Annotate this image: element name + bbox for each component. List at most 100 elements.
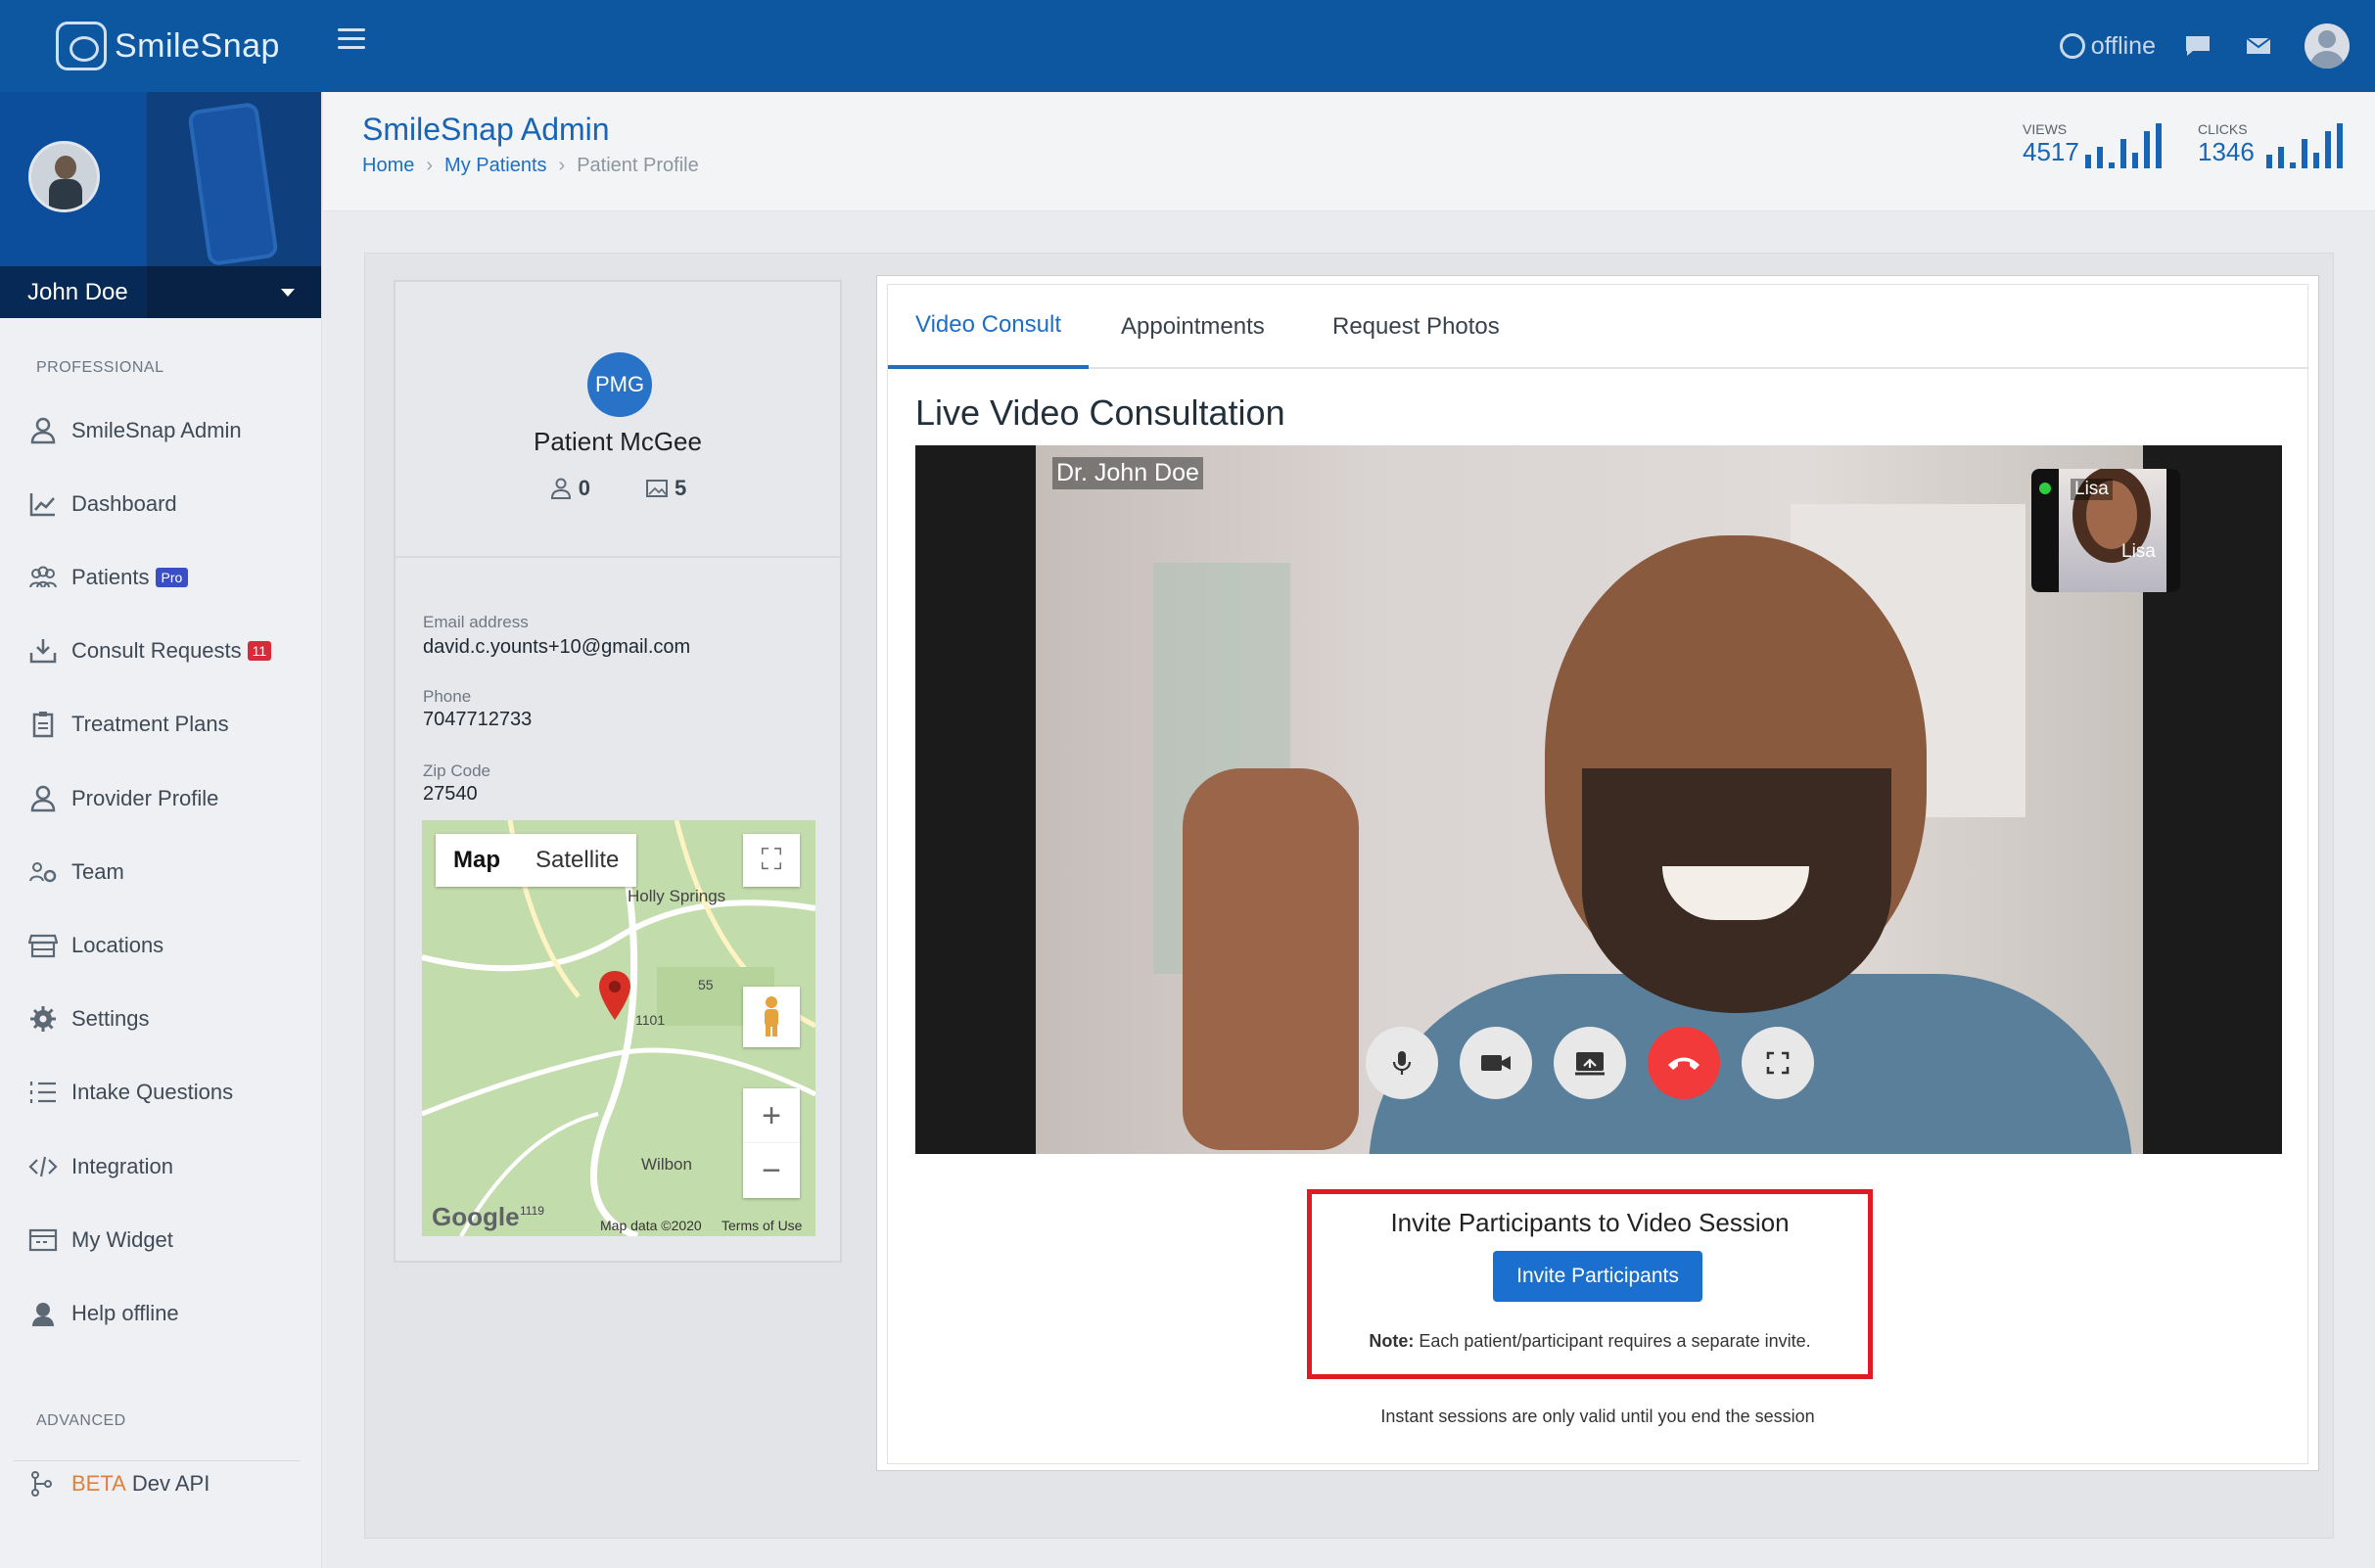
sidebar-item-treatment-plans[interactable]: Treatment Plans [28, 705, 229, 744]
sidebar-item-dev-api[interactable]: BETA Dev API [28, 1464, 210, 1503]
video-consult-inner: Video Consult Appointments Request Photo… [887, 284, 2308, 1464]
user-photo [28, 141, 100, 212]
sidebar-item-integration[interactable]: Integration [28, 1147, 173, 1186]
screen-share-icon [1575, 1052, 1605, 1076]
call-controls [1366, 1027, 1814, 1099]
sidebar-item-smilesnap-admin[interactable]: SmileSnap Admin [28, 411, 242, 450]
fullscreen-icon [1766, 1051, 1790, 1075]
map-fullscreen-icon[interactable]: ⛶ [743, 834, 800, 887]
person-outline-icon [550, 478, 571, 499]
end-call-button[interactable] [1648, 1027, 1720, 1099]
tab-appointments[interactable]: Appointments [1121, 285, 1265, 369]
chevron-down-icon [281, 288, 295, 297]
hang-up-icon [1668, 1057, 1700, 1070]
sidebar-item-consult-requests[interactable]: Consult Requests 11 [28, 631, 272, 670]
mail-icon[interactable] [2244, 34, 2273, 58]
user-name: John Doe [27, 278, 128, 305]
email-label: Email address [423, 613, 529, 631]
clipboard-icon [32, 712, 54, 738]
top-right-actions: offline [2059, 0, 2375, 92]
map-label-wilbon: Wilbon [641, 1155, 692, 1174]
microphone-button[interactable] [1366, 1027, 1438, 1099]
zip-value: 27540 [423, 783, 478, 805]
section-advanced: ADVANCED [36, 1412, 126, 1429]
users-icon [29, 566, 57, 588]
tab-bar: Video Consult Appointments Request Photo… [888, 285, 2307, 369]
screen-share-button[interactable] [1554, 1027, 1626, 1099]
list-icon [29, 1082, 56, 1103]
map-zoom-out-button[interactable]: − [743, 1143, 800, 1198]
sidebar-item-intake-questions[interactable]: Intake Questions [28, 1073, 233, 1112]
sidebar: John Doe PROFESSIONAL SmileSnap Admin Da… [0, 92, 322, 1568]
sidebar-item-locations[interactable]: Locations [28, 926, 163, 965]
map-road-1119: 1119 [520, 1204, 544, 1218]
map-data-credit: Map data ©2020 [600, 1218, 702, 1233]
breadcrumb-my-patients[interactable]: My Patients [444, 155, 546, 177]
tab-video-consult[interactable]: Video Consult [888, 285, 1089, 369]
top-bar: SmileSnap offline [0, 0, 2375, 92]
brand-name: SmileSnap [115, 26, 280, 65]
status-indicator[interactable]: offline [2059, 31, 2156, 61]
microphone-icon [1392, 1051, 1412, 1075]
count-badge: 11 [247, 641, 272, 661]
camera-button[interactable] [1460, 1027, 1532, 1099]
sidebar-item-settings[interactable]: Settings [28, 999, 150, 1038]
pip-video-feed[interactable]: Lisa Lisa [2031, 469, 2180, 592]
pro-badge: Pro [155, 568, 189, 587]
invite-participants-button[interactable]: Invite Participants [1493, 1251, 1702, 1302]
smilesnap-logo-icon [56, 22, 107, 70]
video-consult-card: Video Consult Appointments Request Photo… [876, 275, 2319, 1471]
store-icon [28, 934, 58, 958]
location-map[interactable]: Map Satellite ⛶ Holly Springs 55 1101 + … [422, 820, 815, 1236]
beta-label: BETA [71, 1471, 126, 1496]
map-tab-map[interactable]: Map [436, 834, 518, 887]
sidebar-item-dashboard[interactable]: Dashboard [28, 484, 177, 524]
sidebar-item-team[interactable]: Team [28, 853, 124, 892]
fullscreen-button[interactable] [1742, 1027, 1814, 1099]
street-view-pegman-icon[interactable] [743, 987, 800, 1047]
brand-logo[interactable]: SmileSnap [56, 20, 280, 72]
map-tab-satellite[interactable]: Satellite [518, 834, 636, 887]
menu-toggle-icon[interactable] [338, 28, 365, 50]
zip-label: Zip Code [423, 761, 490, 780]
google-logo: Google [432, 1202, 520, 1231]
user-avatar-icon[interactable] [2305, 23, 2350, 69]
user-card: John Doe [0, 92, 321, 318]
clicks-stat: CLICKS 1346 [2198, 121, 2255, 166]
user-menu[interactable]: John Doe [0, 266, 321, 318]
followers-stat: 0 [549, 476, 590, 501]
gear-icon [30, 1006, 56, 1032]
patient-name: Patient McGee [534, 427, 702, 456]
tab-request-photos[interactable]: Request Photos [1332, 285, 1500, 369]
sidebar-item-my-widget[interactable]: My Widget [28, 1221, 173, 1260]
map-road-55: 55 [698, 977, 714, 992]
breadcrumb-current: Patient Profile [577, 155, 699, 176]
photos-stat: 5 [645, 476, 686, 501]
status-text: offline [2090, 31, 2156, 60]
sidebar-item-patients[interactable]: Patients Pro [28, 558, 189, 597]
code-icon [28, 1156, 58, 1177]
patient-stats: 0 5 [396, 476, 840, 501]
chat-icon[interactable] [2183, 34, 2212, 58]
breadcrumb-home[interactable]: Home [362, 155, 414, 177]
invite-note: Note: Each patient/participant requires … [1369, 1331, 1811, 1351]
admin-icon [30, 417, 56, 444]
support-agent-icon [32, 1303, 54, 1326]
inbox-download-icon [29, 639, 57, 664]
phone-label: Phone [423, 687, 472, 706]
invite-participants-box: Invite Participants to Video Session Inv… [1307, 1189, 1873, 1379]
pip-participant-overlay: Lisa [2121, 541, 2156, 562]
video-player: Dr. John Doe Lisa Lisa [915, 445, 2282, 1154]
map-terms-link[interactable]: Terms of Use [722, 1218, 802, 1233]
sidebar-item-provider-profile[interactable]: Provider Profile [28, 779, 218, 818]
sidebar-divider [14, 1460, 300, 1461]
map-label-holly-springs: Holly Springs [628, 887, 726, 905]
git-branch-icon [31, 1471, 52, 1497]
map-zoom-in-button[interactable]: + [743, 1088, 800, 1143]
phone-value: 7047712733 [423, 709, 533, 730]
sidebar-item-help[interactable]: Help offline [28, 1294, 179, 1333]
person-icon [2059, 33, 2085, 59]
map-pin-icon [599, 971, 630, 1020]
page-title: SmileSnap Admin [362, 112, 610, 147]
chevron-right-icon: › [426, 155, 434, 176]
